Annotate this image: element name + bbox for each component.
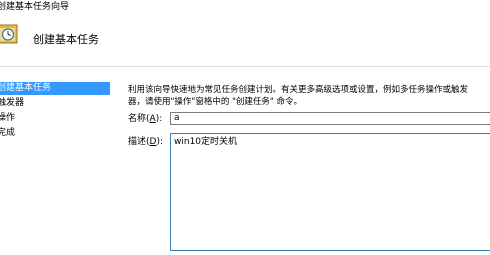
sidebar-item-create-basic-task[interactable]: 创建基本任务 <box>0 82 110 95</box>
description-textarea[interactable]: win10定时关机 <box>170 133 490 251</box>
task-scheduler-icon <box>0 24 18 44</box>
wizard-header: 创建基本任务 <box>0 18 490 64</box>
window-title: 创建基本任务向导 <box>0 0 490 14</box>
sidebar-item-label: 操作 <box>0 113 16 123</box>
sidebar-item-action[interactable]: 操作 <box>0 112 110 125</box>
description-textarea-value: win10定时关机 <box>174 137 238 147</box>
name-input[interactable]: a <box>170 112 490 125</box>
description-label: 描述(D): <box>128 137 164 147</box>
sidebar-item-label: 完成 <box>0 128 16 138</box>
sidebar-item-label: 创建基本任务 <box>0 83 52 93</box>
header-divider <box>0 66 490 67</box>
description-line-2: 器，请使用"操作"窗格中的 "创建任务" 命令。 <box>128 97 303 107</box>
name-label: 名称(A): <box>128 114 163 124</box>
sidebar-item-finish[interactable]: 完成 <box>0 127 110 140</box>
sidebar-item-label: 触发器 <box>0 98 25 108</box>
page-title: 创建基本任务 <box>33 33 99 46</box>
description-line-1: 利用该向导快速地为常见任务创建计划。有关更多高级选项或设置，例如多任务操作或触发 <box>128 85 469 95</box>
sidebar-item-trigger[interactable]: 触发器 <box>0 97 110 110</box>
wizard-description: 利用该向导快速地为常见任务创建计划。有关更多高级选项或设置，例如多任务操作或触发… <box>128 84 490 108</box>
name-input-value: a <box>174 113 180 123</box>
window-title-text: 创建基本任务向导 <box>0 2 70 12</box>
